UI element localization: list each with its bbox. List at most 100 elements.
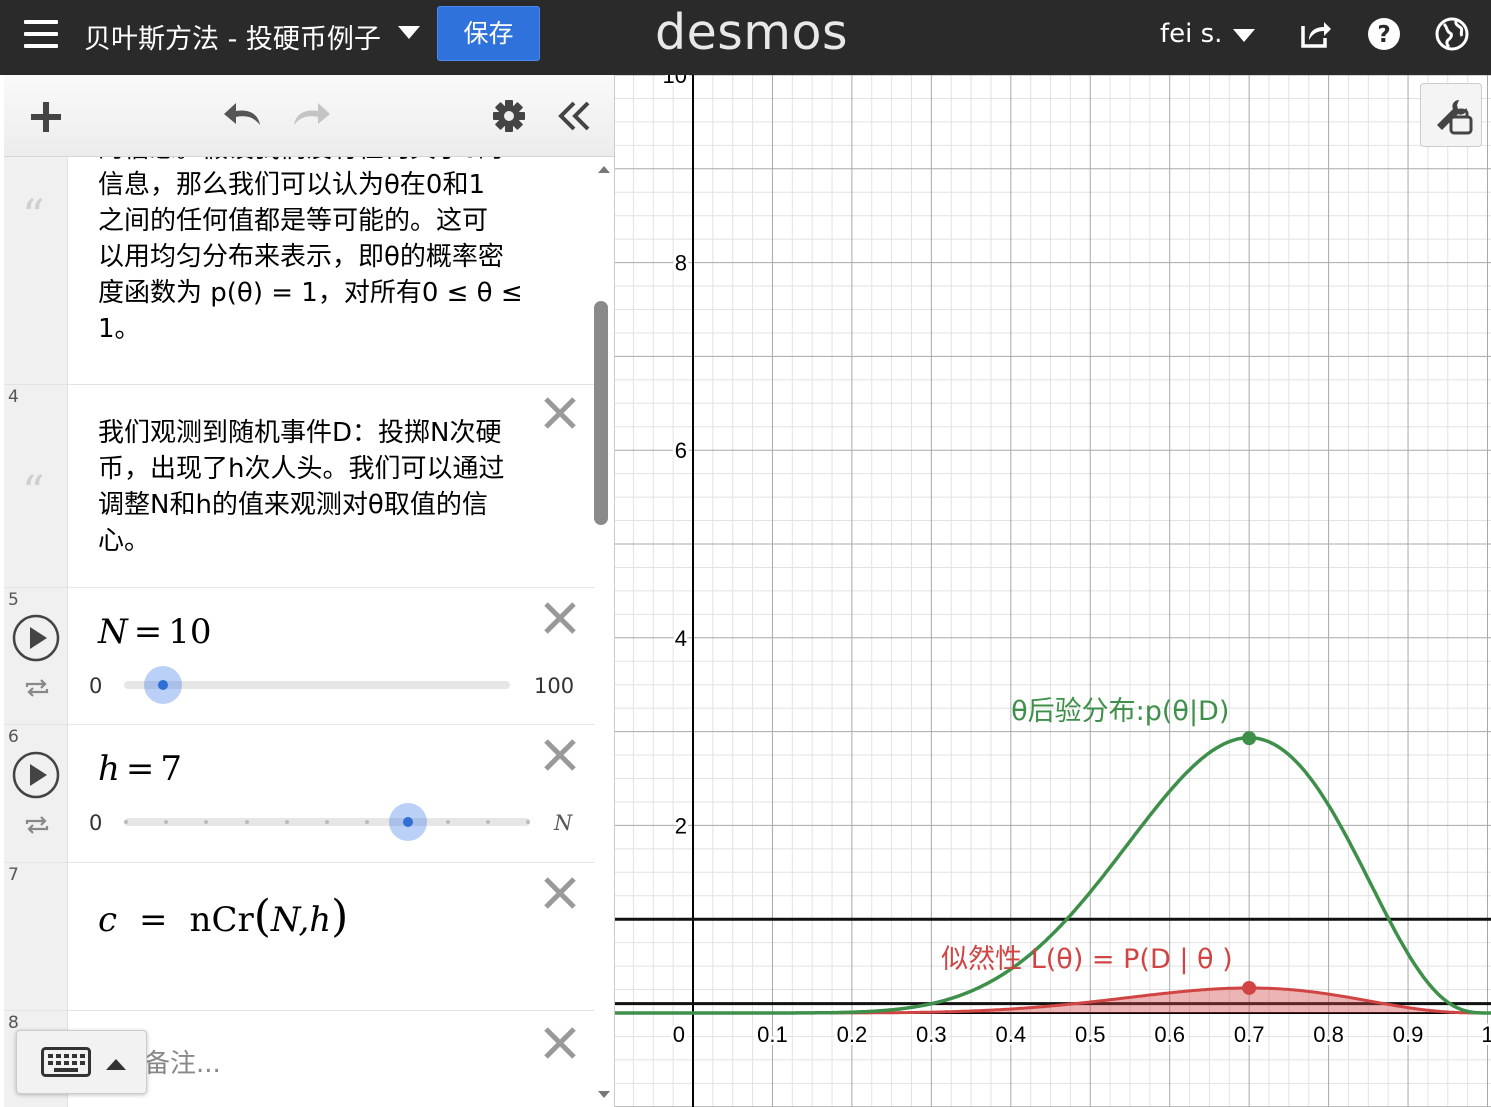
settings-gear-icon[interactable]: [492, 99, 526, 133]
graph-title[interactable]: 贝叶斯方法 - 投硬币例子: [84, 17, 381, 56]
x-tick-label: 0.2: [837, 1022, 868, 1047]
expression-item-N[interactable]: 5 N = 10 0 100: [4, 588, 594, 725]
likelihood-label: 似然性 L(θ) = P(D | θ ): [941, 944, 1233, 975]
globe-language-icon[interactable]: [1434, 16, 1470, 52]
slider-tick: [325, 820, 329, 824]
slider-max[interactable]: 100: [534, 674, 574, 698]
equals-sign: =: [139, 900, 168, 940]
slider-tick: [164, 820, 169, 824]
x-tick-label: 0.9: [1393, 1022, 1424, 1047]
slider-tick: [124, 820, 128, 824]
play-animation-icon[interactable]: [11, 750, 61, 800]
slider-thumb[interactable]: [389, 803, 428, 841]
origin-label: 0: [673, 1022, 685, 1047]
slider-track[interactable]: [124, 681, 510, 689]
slider-thumb[interactable]: [143, 666, 182, 704]
posterior-label: θ后验分布:p(θ|D): [1011, 696, 1229, 727]
x-tick-label: 0.1: [757, 1022, 788, 1047]
delete-item-x-icon[interactable]: [540, 393, 580, 433]
delete-item-x-icon[interactable]: [540, 1023, 580, 1063]
likelihood-peak-point[interactable]: [1242, 980, 1257, 995]
function-args: N,h: [270, 900, 332, 940]
add-item-plus-icon[interactable]: [28, 99, 64, 135]
variable-value: 10: [168, 612, 212, 652]
tick-labels: 0.10.1 0.20.2 0.30.3 0.40.4 0.50.5 0.60.6 0.70…: [660, 75, 1491, 1050]
scrollbar-track[interactable]: [594, 157, 615, 1107]
equals-sign: =: [133, 612, 163, 652]
x-tick-label: 1: [1481, 1022, 1491, 1047]
note-quote-icon: “: [22, 467, 45, 518]
user-dropdown-caret-icon[interactable]: [1233, 29, 1255, 42]
collapse-panel-chevron-icon[interactable]: [556, 99, 592, 133]
expression-math[interactable]: c = nCr(N,h): [98, 891, 348, 942]
expression-toolbar: [4, 75, 614, 157]
item-index: 6: [8, 727, 19, 747]
expression-math[interactable]: N = 10: [98, 612, 212, 652]
keypad-toggle-button[interactable]: [16, 1030, 147, 1094]
variable-value: 7: [160, 749, 183, 789]
slider-tick: [284, 820, 289, 824]
hamburger-menu-icon[interactable]: [24, 20, 58, 50]
y-tick-label: 8: [675, 251, 687, 276]
caret-up-icon: [106, 1059, 126, 1070]
delete-item-x-icon[interactable]: [540, 873, 580, 913]
expression-item-h[interactable]: 6 h = 7 0 N: [4, 725, 594, 863]
slider-min[interactable]: 0: [89, 674, 102, 698]
x-tick-label: 0.8: [1313, 1022, 1344, 1047]
x-tick-label: 0.3: [916, 1022, 947, 1047]
item-index: 7: [8, 865, 19, 885]
graph-paper[interactable]: 0.1 0.1 0.2 0.2 0.3 0.3 0.4 0.4 0.5 0.5 0.6 0.6 0.7 0…: [615, 75, 1491, 1107]
slider-tick: [445, 820, 450, 824]
slider-track[interactable]: [124, 818, 530, 826]
note-placeholder[interactable]: 备注...: [144, 1043, 221, 1080]
save-button[interactable]: 保存: [437, 6, 540, 61]
wrench-lock-icon: [1437, 100, 1473, 135]
note-text[interactable]: 我们观测到随机事件D：投掷N次硬 币，出现了h次人头。我们可以通过 调整N和h的…: [98, 415, 528, 559]
delete-item-x-icon[interactable]: [540, 735, 580, 775]
function-name: nCr: [189, 900, 254, 940]
y-tick-label: 10: [663, 75, 687, 88]
user-name[interactable]: fei s.: [1160, 19, 1222, 49]
variable-name: c: [98, 900, 118, 940]
delete-item-x-icon[interactable]: [540, 598, 580, 638]
svg-text:?: ?: [1377, 22, 1390, 48]
x-tick-label: 0.6: [1154, 1022, 1185, 1047]
item-gutter: [4, 863, 68, 1010]
undo-icon[interactable]: [222, 97, 266, 133]
note-item[interactable]: 4 “ 我们观测到随机事件D：投掷N次硬 币，出现了h次人头。我们可以通过 调整…: [4, 385, 594, 588]
slider-tick: [485, 820, 490, 824]
redo-icon[interactable]: [288, 97, 332, 133]
x-tick-label: 0.5: [1075, 1022, 1106, 1047]
y-tick-label: 6: [675, 438, 687, 463]
note-text[interactable]: 的信念。假设我们没有任何关于θ的 信息，那么我们可以认为θ在0和1 之间的任何值…: [98, 157, 528, 347]
note-quote-icon: “: [22, 191, 45, 242]
keyboard-icon: [41, 1047, 91, 1077]
variable-name: N: [98, 612, 128, 652]
expression-math[interactable]: h = 7: [98, 749, 182, 789]
y-tick-label: 2: [675, 813, 687, 838]
graph-canvas[interactable]: 0.10.1 0.20.2 0.30.3 0.40.4 0.50.5 0.60.6 0.70…: [615, 75, 1491, 1107]
loop-mode-icon[interactable]: [24, 677, 50, 699]
item-index: 4: [8, 387, 19, 407]
play-animation-icon[interactable]: [11, 613, 61, 663]
title-dropdown-caret-icon[interactable]: [398, 26, 420, 39]
slider-tick: [365, 820, 370, 824]
variable-name: h: [98, 749, 120, 789]
slider-min[interactable]: 0: [89, 811, 102, 835]
equals-sign: =: [125, 749, 155, 789]
expression-panel: “ 的信念。假设我们没有任何关于θ的 信息，那么我们可以认为θ在0和1 之间的任…: [4, 75, 615, 1107]
share-icon[interactable]: [1297, 16, 1333, 52]
slider-tick: [204, 820, 209, 824]
item-index: 5: [8, 590, 19, 610]
x-tick-label: 0.4: [996, 1022, 1027, 1047]
expression-item-c[interactable]: 7 c=nCr(N,h) c=120: [4, 863, 594, 1011]
graph-settings-button[interactable]: [1420, 83, 1482, 147]
posterior-peak-point[interactable]: [1242, 731, 1257, 746]
help-icon[interactable]: ?: [1366, 16, 1402, 52]
expression-list: “ 的信念。假设我们没有任何关于θ的 信息，那么我们可以认为θ在0和1 之间的任…: [4, 157, 594, 1107]
note-item[interactable]: “ 的信念。假设我们没有任何关于θ的 信息，那么我们可以认为θ在0和1 之间的任…: [4, 157, 594, 385]
slider-tick: [244, 820, 249, 824]
slider-max[interactable]: N: [554, 811, 572, 835]
scrollbar-thumb[interactable]: [594, 301, 608, 525]
loop-mode-icon[interactable]: [24, 814, 50, 836]
